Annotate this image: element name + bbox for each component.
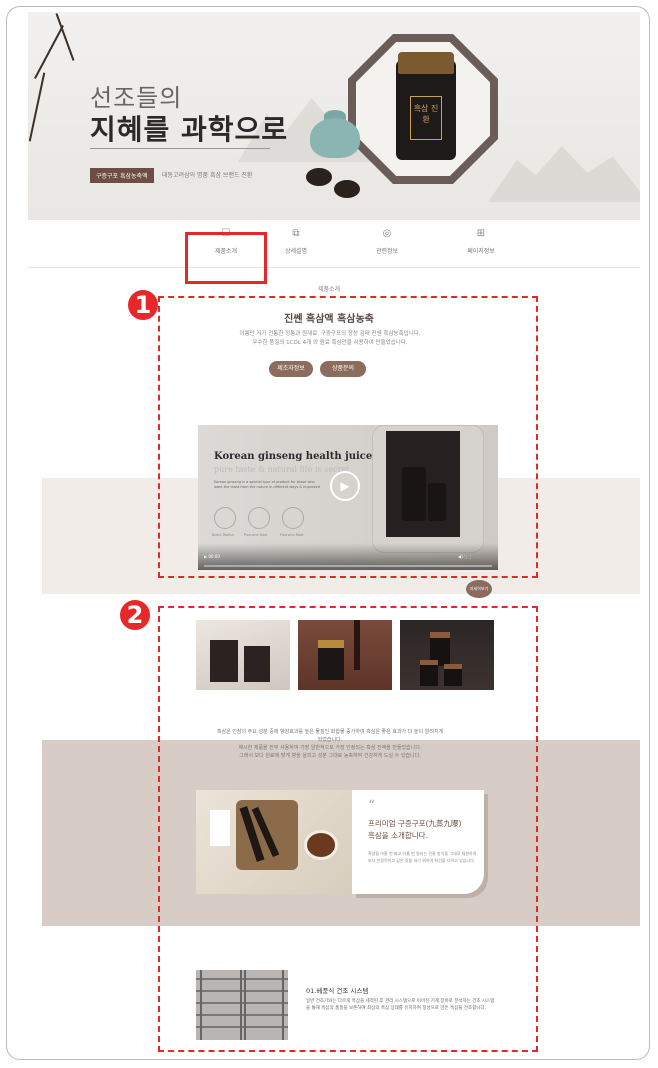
product-jar-image: [318, 640, 344, 680]
branch-illustration: [34, 25, 64, 79]
play-icon[interactable]: ▶: [330, 471, 360, 501]
desc-line: 제시한 제품을 전부 사용하여 가장 일반적으로 가장 인정되는 흑삼 진액을 …: [238, 745, 422, 751]
system-title: 01.베풍식 건조 시스템: [306, 987, 369, 995]
detail-icon: ⧉: [292, 228, 300, 239]
page-info-icon: ⊞: [476, 228, 486, 239]
feature-description: 흑삼을 아홉 번 찌고 아홉 번 말리는 전통 방식을 그대로 재현하여 보다 …: [368, 851, 477, 863]
rack-post: [282, 970, 284, 1040]
hero-badge: 구증구포 흑삼농축액: [90, 168, 154, 183]
herb-icon: [248, 507, 270, 529]
video-subtitle: pure taste & natural life is secret: [214, 465, 350, 474]
system-description: 일반 건조기와는 다르게 흑삼을 세척된 후 관리 시스템으로 이어진 기계 장…: [306, 999, 495, 1011]
rack-shelf: [196, 1014, 288, 1016]
desc-line: 흑삼은 인삼의 주요 성분 중에 항암효과를 높은 물질인 화합물 증가하여 흑…: [216, 729, 444, 743]
rack-shelf: [196, 978, 288, 980]
tab-label: 관련정보: [375, 248, 399, 255]
drying-rack-photo: [196, 970, 288, 1040]
product-inquiry-button[interactable]: 상품문의: [320, 361, 366, 377]
tab-page-info[interactable]: ⊞ 페이지정보: [446, 228, 516, 255]
product-jar-cap: [398, 52, 454, 74]
section1-title: 진쎈 흑삼액 흑삼농축: [284, 314, 374, 325]
feature-title: 프리미엄 구증구포(九蒸九曝) 흑삼을 소개합니다.: [368, 818, 478, 842]
desc-line: 우수한 품질의 1CDL 4개 의 원료 흑삼만을 사용하여 만들었습니다.: [252, 340, 408, 346]
section1-description: 이름만 저기 전통한 정통과 원재료. 구증구포의 정성 김태 진쎈 흑삼농축입…: [210, 330, 450, 348]
tab-label: 상세설명: [284, 248, 308, 255]
product-syrup-photo: [298, 620, 392, 690]
hero-subtitle: 대동고려삼의 명품 흑삼 브랜드 진환: [162, 172, 253, 179]
video-body-text: Korean ginseng is a special type of prod…: [214, 480, 320, 489]
hero-title-line2: 지혜를 과학으로: [90, 113, 289, 146]
branch-illustration: [28, 72, 46, 142]
product-tab-bar: ☐ 제품소개 ⧉ 상세설명 ◎ 관련정보 ⊞ 페이지정보: [28, 222, 640, 268]
herb-label: Black Radish: [212, 533, 235, 537]
related-info-icon: ◎: [382, 228, 392, 239]
feature-title-line: 프리미엄 구증구포(九蒸九曝): [368, 819, 462, 828]
feature-title-line: 흑삼을 소개합니다.: [368, 831, 428, 840]
desc-line: 이름만 저기 전통한 정통과 원재료. 구증구포의 정성 김태 진쎈 흑삼농축입…: [239, 331, 421, 337]
more-button[interactable]: 자세히보기: [466, 580, 492, 598]
marker-2: 2: [120, 600, 150, 630]
herb-label: Pueraria Root: [280, 533, 304, 537]
tab-related-info[interactable]: ◎ 관련정보: [352, 228, 422, 255]
video-controls[interactable]: ◀) ⛶ ⋮: [458, 554, 472, 559]
manufacturer-info-button[interactable]: 제조자정보: [269, 361, 313, 377]
section2-description: 흑삼은 인삼의 주요 성분 중에 항암효과를 높은 물질인 화합물 증가하여 흑…: [214, 728, 446, 760]
product-jar-label: 흑삼 진환: [410, 96, 442, 140]
herb-icon: [282, 507, 304, 529]
product-video-player[interactable]: Korean ginseng health juice pure taste &…: [198, 425, 498, 570]
product-jar-image: [402, 467, 426, 521]
product-jar-image: [420, 660, 438, 686]
syrup-drip: [354, 620, 360, 670]
rack-shelf: [196, 990, 288, 992]
rack-shelf: [196, 1002, 288, 1004]
video-time: ▶ 00:00: [204, 554, 220, 559]
mountain-illustration: [488, 146, 640, 202]
video-progress-bar[interactable]: [204, 565, 492, 567]
quote-icon: “: [368, 798, 376, 814]
hero-divider: [90, 148, 270, 149]
black-ginseng-photo: [196, 790, 352, 894]
active-tab-highlight: [185, 232, 267, 284]
herb-label: Pueraria Root: [244, 533, 268, 537]
tab-label: 페이지정보: [467, 248, 495, 255]
section-label: 제품소개: [317, 286, 341, 293]
napkin-image: [210, 810, 230, 846]
product-jar-image: [444, 664, 462, 686]
desc-line: 그래서 보다 원료에 맞게 향을 살리고 성분 그대로 농축하여 건강하게 드실…: [239, 753, 421, 759]
tab-detail[interactable]: ⧉ 상세설명: [261, 228, 331, 255]
rack-post: [244, 970, 246, 1040]
product-box-image: [210, 640, 238, 682]
tea-cup-image: [304, 830, 338, 860]
herb-icon: [214, 507, 236, 529]
video-title: Korean ginseng health juice: [214, 451, 373, 462]
rack-post: [240, 970, 242, 1040]
teapot-illustration: [310, 118, 360, 158]
tea-cup-illustration: [306, 168, 332, 186]
product-jars-photo: [400, 620, 494, 690]
product-jar-image: [428, 483, 446, 521]
product-box-image: [244, 646, 270, 682]
rack-post: [200, 970, 202, 1040]
tea-cup-illustration: [334, 180, 360, 198]
product-photo-set: [196, 620, 290, 690]
branch-illustration: [55, 13, 75, 61]
rack-shelf: [196, 1026, 288, 1028]
